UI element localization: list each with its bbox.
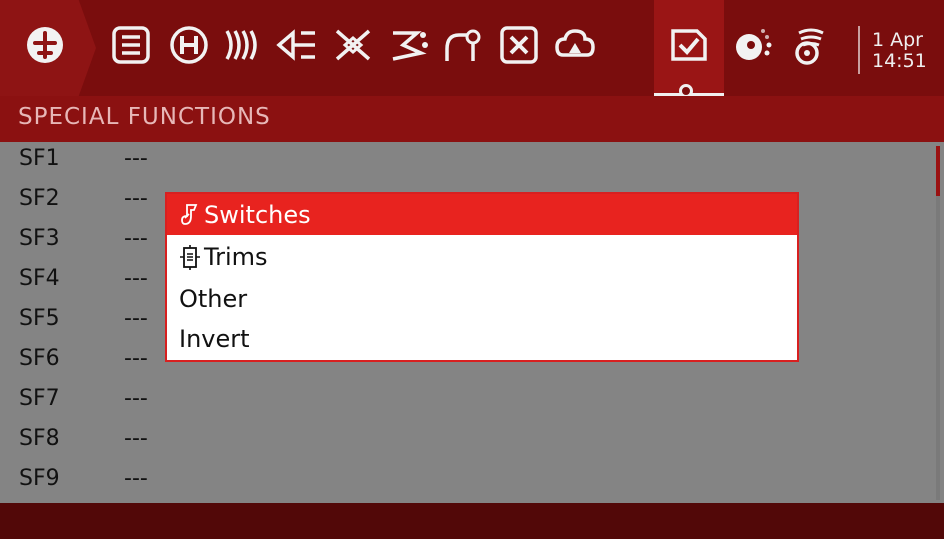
sf-value: --- (124, 466, 148, 491)
sf-value: --- (124, 186, 148, 211)
model-select-icon[interactable] (22, 22, 68, 68)
list-item[interactable]: SF1 --- (0, 142, 930, 182)
menu-item-label: Switches (204, 200, 311, 229)
sf-label: SF2 (19, 186, 60, 211)
special-functions-icon[interactable] (666, 22, 712, 68)
toolbar-separator (858, 26, 860, 74)
menu-item-switches[interactable]: Switches (167, 194, 797, 235)
outputs-icon[interactable] (386, 22, 432, 68)
menu-item-label: Trims (204, 242, 268, 271)
sf-label: SF6 (19, 346, 60, 371)
menu-item-other[interactable]: Other (167, 278, 797, 319)
sf-label: SF1 (19, 146, 60, 171)
sf-value: --- (124, 306, 148, 331)
trim-icon (179, 244, 201, 270)
setup-list-icon[interactable] (108, 22, 154, 68)
date-text: 1 Apr (872, 29, 923, 51)
page-title-bar: SPECIAL FUNCTIONS (0, 96, 944, 142)
sf-label: SF4 (19, 266, 60, 291)
top-toolbar: 1 Apr 14:51 (0, 0, 944, 98)
switch-icon (179, 202, 201, 228)
time-text: 14:51 (872, 50, 927, 72)
date-time: 1 Apr 14:51 (872, 30, 944, 72)
logical-switches-icon[interactable] (552, 22, 598, 68)
sf-value: --- (124, 266, 148, 291)
heli-icon[interactable] (166, 22, 212, 68)
sf-value: --- (124, 146, 148, 171)
menu-item-label: Other (179, 284, 248, 313)
list-item[interactable]: SF8 --- (0, 422, 930, 462)
sf-value: --- (124, 386, 148, 411)
global-vars-icon[interactable] (496, 22, 542, 68)
sf-label: SF8 (19, 426, 60, 451)
sf-value: --- (124, 226, 148, 251)
menu-item-invert[interactable]: Invert (167, 318, 797, 359)
inputs-icon[interactable] (274, 22, 320, 68)
radio-signal-icon[interactable] (786, 22, 832, 68)
scrollbar-thumb[interactable] (936, 146, 940, 196)
sf-value: --- (124, 426, 148, 451)
curves-icon[interactable] (440, 22, 486, 68)
sf-label: SF3 (19, 226, 60, 251)
page-title: SPECIAL FUNCTIONS (18, 104, 271, 130)
sf-value: --- (124, 346, 148, 371)
list-item[interactable]: SF9 --- (0, 462, 930, 502)
source-popup-menu: Switches Trims Other Invert (165, 192, 799, 362)
scrollbar-track[interactable] (936, 146, 940, 500)
sf-label: SF9 (19, 466, 60, 491)
sf-label: SF7 (19, 386, 60, 411)
sf-label: SF5 (19, 306, 60, 331)
bottom-bar (0, 503, 944, 539)
telemetry-icon[interactable] (728, 22, 774, 68)
list-item[interactable]: SF7 --- (0, 382, 930, 422)
mixer-icon[interactable] (330, 22, 376, 68)
menu-item-label: Invert (179, 324, 250, 353)
flight-modes-icon[interactable] (220, 22, 266, 68)
menu-item-trims[interactable]: Trims (167, 236, 797, 277)
